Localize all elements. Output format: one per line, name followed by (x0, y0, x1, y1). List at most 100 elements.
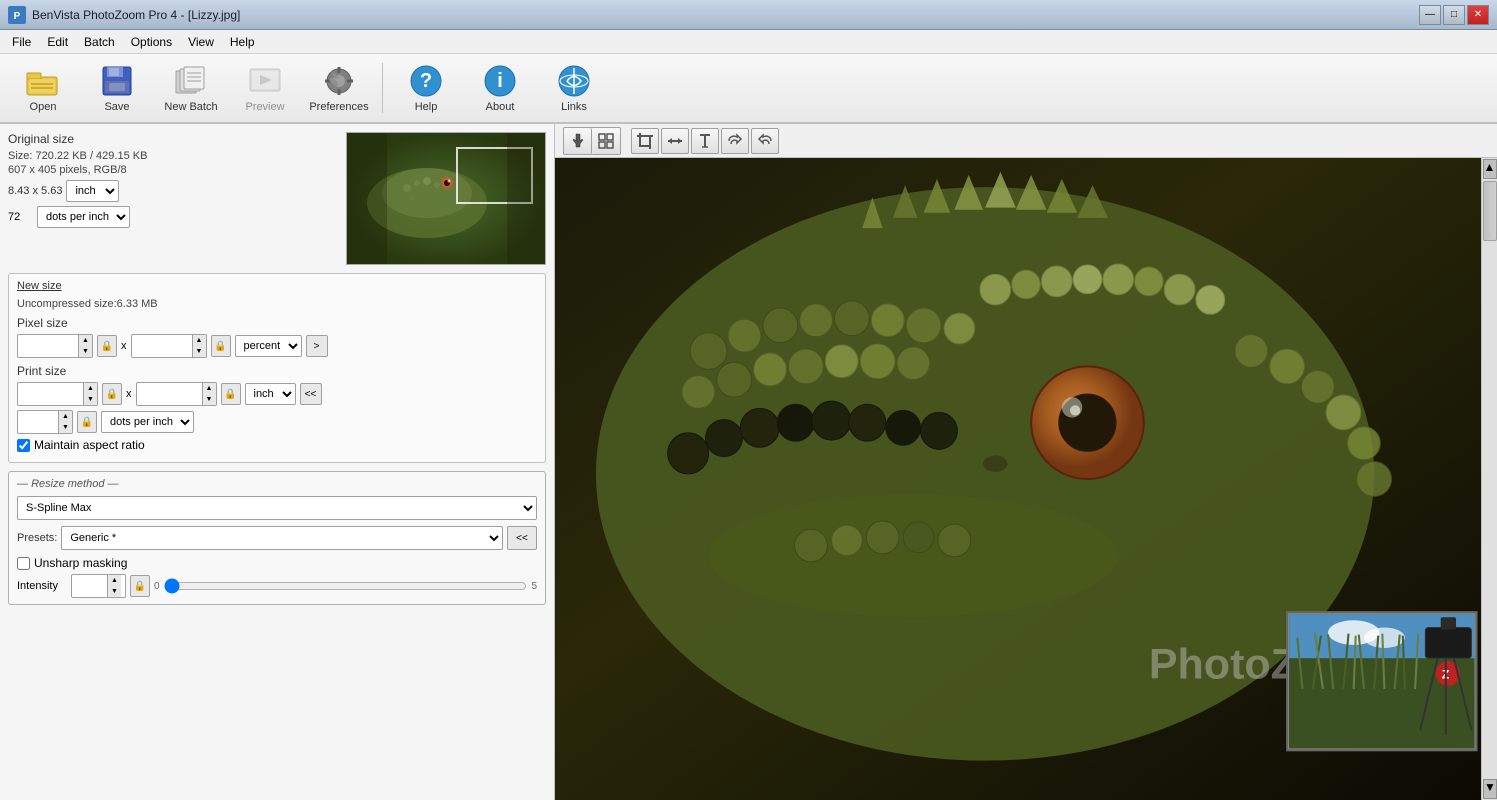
resize-method-select[interactable]: S-Spline Max S-Spline Bicubic Bilinear L… (17, 496, 537, 520)
print-size-group: Print size 25.2917 ▲ ▼ 🔒 x 16.875 (17, 364, 537, 434)
right-panel: PhotoZoom Pro 4 Z (555, 124, 1497, 800)
links-button[interactable]: Links (539, 58, 609, 118)
arrows-button[interactable] (661, 128, 689, 154)
grid-tool-button[interactable] (592, 128, 620, 154)
app-icon: P (8, 6, 26, 24)
pixel-unit-select[interactable]: percent pixel (235, 335, 302, 357)
image-area[interactable]: PhotoZoom Pro 4 Z (555, 158, 1497, 800)
original-dpi-select[interactable]: dots per inch dots per cm (37, 206, 130, 228)
pixel-width-spinbox: 300.0 ▲ ▼ (17, 334, 93, 358)
preview-button[interactable]: Preview (230, 58, 300, 118)
open-icon (25, 63, 61, 99)
save-button[interactable]: Save (82, 58, 152, 118)
scrollbar-up-arrow[interactable]: ▲ (1483, 159, 1497, 179)
links-icon (556, 63, 592, 99)
open-label: Open (30, 101, 57, 113)
intensity-max: 5 (531, 581, 537, 592)
newbatch-button[interactable]: New Batch (156, 58, 226, 118)
print-dpi-lock[interactable]: 🔒 (77, 411, 97, 433)
text-button[interactable] (691, 128, 719, 154)
toolbar-separator (382, 63, 383, 113)
window-title: BenVista PhotoZoom Pro 4 - [Lizzy.jpg] (32, 8, 1419, 22)
presets-select[interactable]: Generic * Photo Art (61, 526, 503, 550)
dimensions-text: 607 x 405 pixels, RGB/8 (8, 164, 338, 176)
intensity-lock[interactable]: 🔒 (130, 575, 150, 597)
intensity-btns: ▲ ▼ (107, 575, 121, 597)
about-icon: i (482, 63, 518, 99)
help-button[interactable]: ? Help (391, 58, 461, 118)
print-dpi-select[interactable]: dots per inch dots per cm (101, 411, 194, 433)
crop-button[interactable] (631, 128, 659, 154)
print-dpi-up[interactable]: ▲ (58, 411, 72, 422)
scrollbar-down-arrow[interactable]: ▼ (1483, 779, 1497, 799)
intensity-row: Intensity 0 ▲ ▼ 🔒 0 5 (17, 574, 537, 598)
hand-tool-button[interactable] (564, 128, 592, 154)
original-unit-select[interactable]: inch cm mm pixel (66, 180, 119, 202)
unsharp-checkbox[interactable] (17, 557, 30, 570)
pixel-size-group: Pixel size 300.0 ▲ ▼ 🔒 x 300.0 ▲ (17, 316, 537, 358)
svg-text:P: P (14, 11, 21, 22)
preferences-button[interactable]: Preferences (304, 58, 374, 118)
open-button[interactable]: Open (8, 58, 78, 118)
close-button[interactable]: ✕ (1467, 5, 1489, 25)
print-lock-button[interactable]: 🔒 (102, 383, 122, 405)
print-dpi-down[interactable]: ▼ (58, 422, 72, 433)
menu-options[interactable]: Options (123, 33, 180, 51)
print-unit-select[interactable]: inch cm mm (245, 383, 296, 405)
thumbnail-container (346, 132, 546, 265)
pixel-height-down[interactable]: ▼ (192, 346, 206, 357)
intensity-slider[interactable] (164, 578, 528, 594)
intensity-label: Intensity (17, 580, 67, 592)
print-height-lock[interactable]: 🔒 (221, 383, 241, 405)
thumbnail-image (346, 132, 546, 265)
menu-file[interactable]: File (4, 33, 39, 51)
intensity-input[interactable]: 0 (72, 575, 107, 597)
intensity-min: 0 (154, 581, 160, 592)
pixel-arrow-button[interactable]: > (306, 335, 328, 357)
pixel-width-up[interactable]: ▲ (78, 335, 92, 346)
new-size-label: New size (17, 280, 537, 292)
menu-view[interactable]: View (180, 33, 222, 51)
intensity-up[interactable]: ▲ (107, 575, 121, 586)
vertical-scrollbar[interactable]: ▲ ▼ (1481, 158, 1497, 800)
maximize-button[interactable]: □ (1443, 5, 1465, 25)
minimize-button[interactable]: — (1419, 5, 1441, 25)
original-unit-row: 8.43 x 5.63 inch cm mm pixel (8, 180, 338, 202)
pixel-height-input[interactable]: 300.0 (132, 335, 192, 357)
undo-button[interactable] (721, 128, 749, 154)
intensity-down[interactable]: ▼ (107, 586, 121, 597)
print-height-input[interactable]: 16.875 (137, 383, 202, 405)
print-width-up[interactable]: ▲ (83, 383, 97, 394)
unsharp-label: Unsharp masking (34, 556, 127, 570)
pixel-width-input[interactable]: 300.0 (18, 335, 78, 357)
print-height-down[interactable]: ▼ (202, 394, 216, 405)
svg-text:?: ? (420, 70, 432, 92)
pixel-lock-button[interactable]: 🔒 (97, 335, 117, 357)
menu-edit[interactable]: Edit (39, 33, 76, 51)
redo-button[interactable] (751, 128, 779, 154)
presets-label: Presets: (17, 532, 57, 544)
pixel-size-label: Pixel size (17, 316, 537, 330)
print-width-input[interactable]: 25.2917 (18, 383, 83, 405)
new-size-section: New size Uncompressed size:6.33 MB Pixel… (8, 273, 546, 463)
print-arrow-button[interactable]: << (300, 383, 322, 405)
menu-bar: File Edit Batch Options View Help (0, 30, 1497, 54)
pixel-height-spinbox: 300.0 ▲ ▼ (131, 334, 207, 358)
print-dpi-input[interactable]: 72 (18, 411, 58, 433)
scrollbar-thumb[interactable] (1483, 181, 1497, 241)
print-width-down[interactable]: ▼ (83, 394, 97, 405)
window-controls: — □ ✕ (1419, 5, 1489, 25)
original-size-label: Original size (8, 132, 338, 146)
pixel-height-lock[interactable]: 🔒 (211, 335, 231, 357)
pixel-height-up[interactable]: ▲ (192, 335, 206, 346)
about-button[interactable]: i About (465, 58, 535, 118)
print-height-up[interactable]: ▲ (202, 383, 216, 394)
view-tool-group (563, 127, 621, 155)
presets-expand-button[interactable]: << (507, 526, 537, 550)
menu-batch[interactable]: Batch (76, 33, 123, 51)
aspect-ratio-checkbox[interactable] (17, 439, 30, 452)
pixel-width-down[interactable]: ▼ (78, 346, 92, 357)
menu-help[interactable]: Help (222, 33, 263, 51)
main-toolbar: Open Save New Batch (0, 54, 1497, 124)
print-height-btns: ▲ ▼ (202, 383, 216, 405)
